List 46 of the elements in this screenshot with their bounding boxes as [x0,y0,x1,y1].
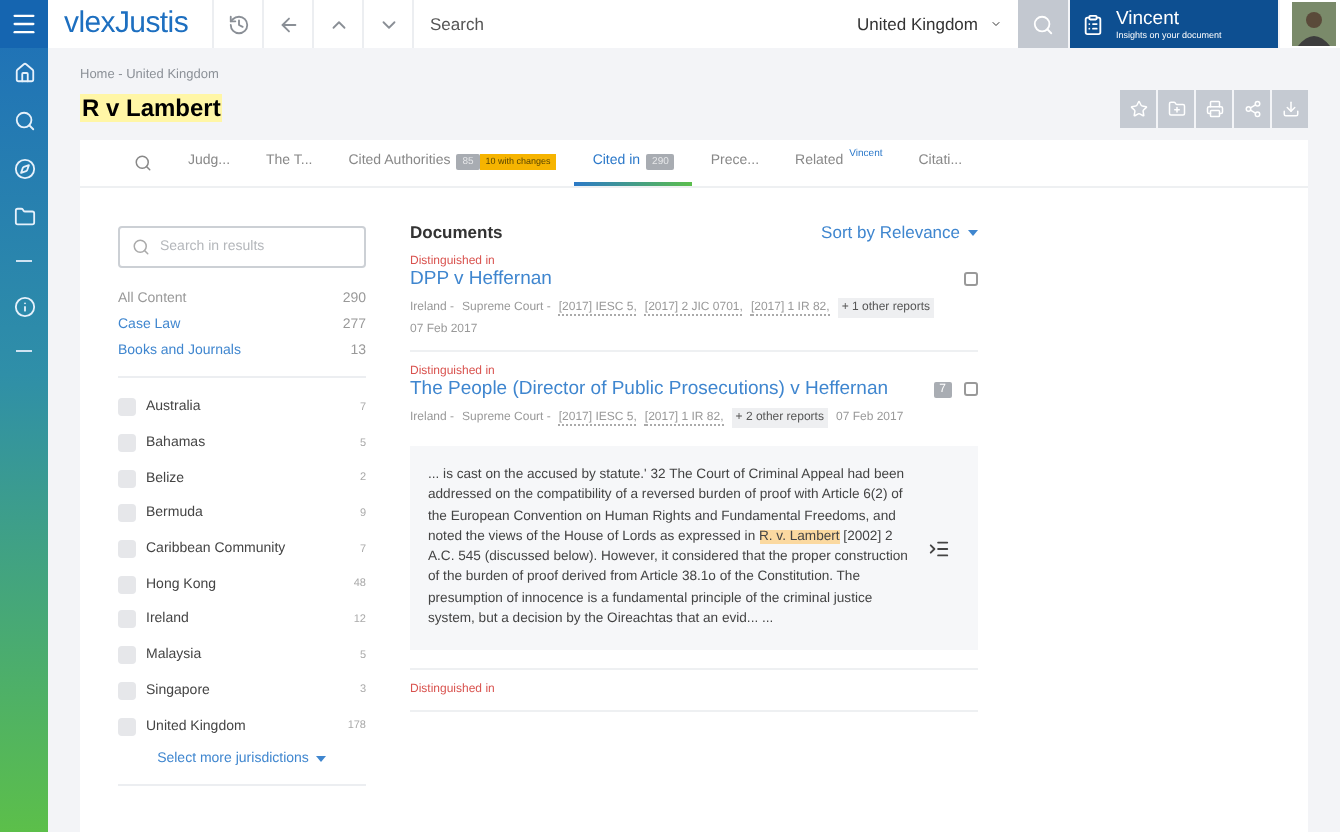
checkbox[interactable] [118,575,136,594]
checkbox[interactable] [118,717,136,736]
country-dropdown[interactable]: United Kingdom [841,0,1018,48]
checkbox[interactable] [118,646,136,665]
folder-plus-icon [1167,100,1185,118]
documents-heading: Documents [410,222,503,242]
indent-icon[interactable] [928,537,950,560]
share-icon [1243,100,1261,118]
print-button[interactable] [1196,90,1232,128]
sort-dropdown[interactable]: Sort by Relevance [821,222,978,242]
down-button[interactable] [362,0,412,48]
caret-icon [968,229,978,235]
folder-add-button[interactable] [1158,90,1194,128]
checkbox[interactable] [118,434,136,453]
share-button[interactable] [1234,90,1270,128]
document-title: R v Lambert [80,94,223,122]
history-icon [227,13,249,35]
star-button[interactable] [1120,90,1156,128]
search-icon [1032,13,1054,35]
checkbox[interactable] [964,382,978,396]
history-button[interactable] [212,0,262,48]
document-link[interactable]: The People (Director of Public Prosecutions) v Heffernan [410,378,889,400]
menu-icon [10,10,38,38]
checkbox[interactable] [118,398,136,417]
checkbox[interactable] [118,681,136,700]
checkbox[interactable] [964,272,978,286]
search-button[interactable] [1018,0,1068,48]
checkbox[interactable] [118,469,136,488]
arrow-left-icon [277,13,299,35]
printer-icon [1205,100,1223,118]
star-icon [1129,100,1147,118]
document-link[interactable]: DPP v Heffernan [410,268,552,290]
clipboard-icon [1082,13,1104,35]
download-icon [1281,100,1299,118]
checkbox[interactable] [118,610,136,629]
search-icon [132,238,150,256]
caret-icon [990,18,1002,30]
search-field[interactable]: Search [412,0,842,48]
checkbox[interactable] [118,504,136,523]
back-button[interactable] [262,0,312,48]
logo[interactable]: vlexJustis [48,0,212,48]
caret-icon [316,755,327,762]
menu-button[interactable] [0,0,48,48]
avatar[interactable] [1280,0,1340,48]
download-button[interactable] [1272,90,1308,128]
checkbox[interactable] [118,540,136,559]
